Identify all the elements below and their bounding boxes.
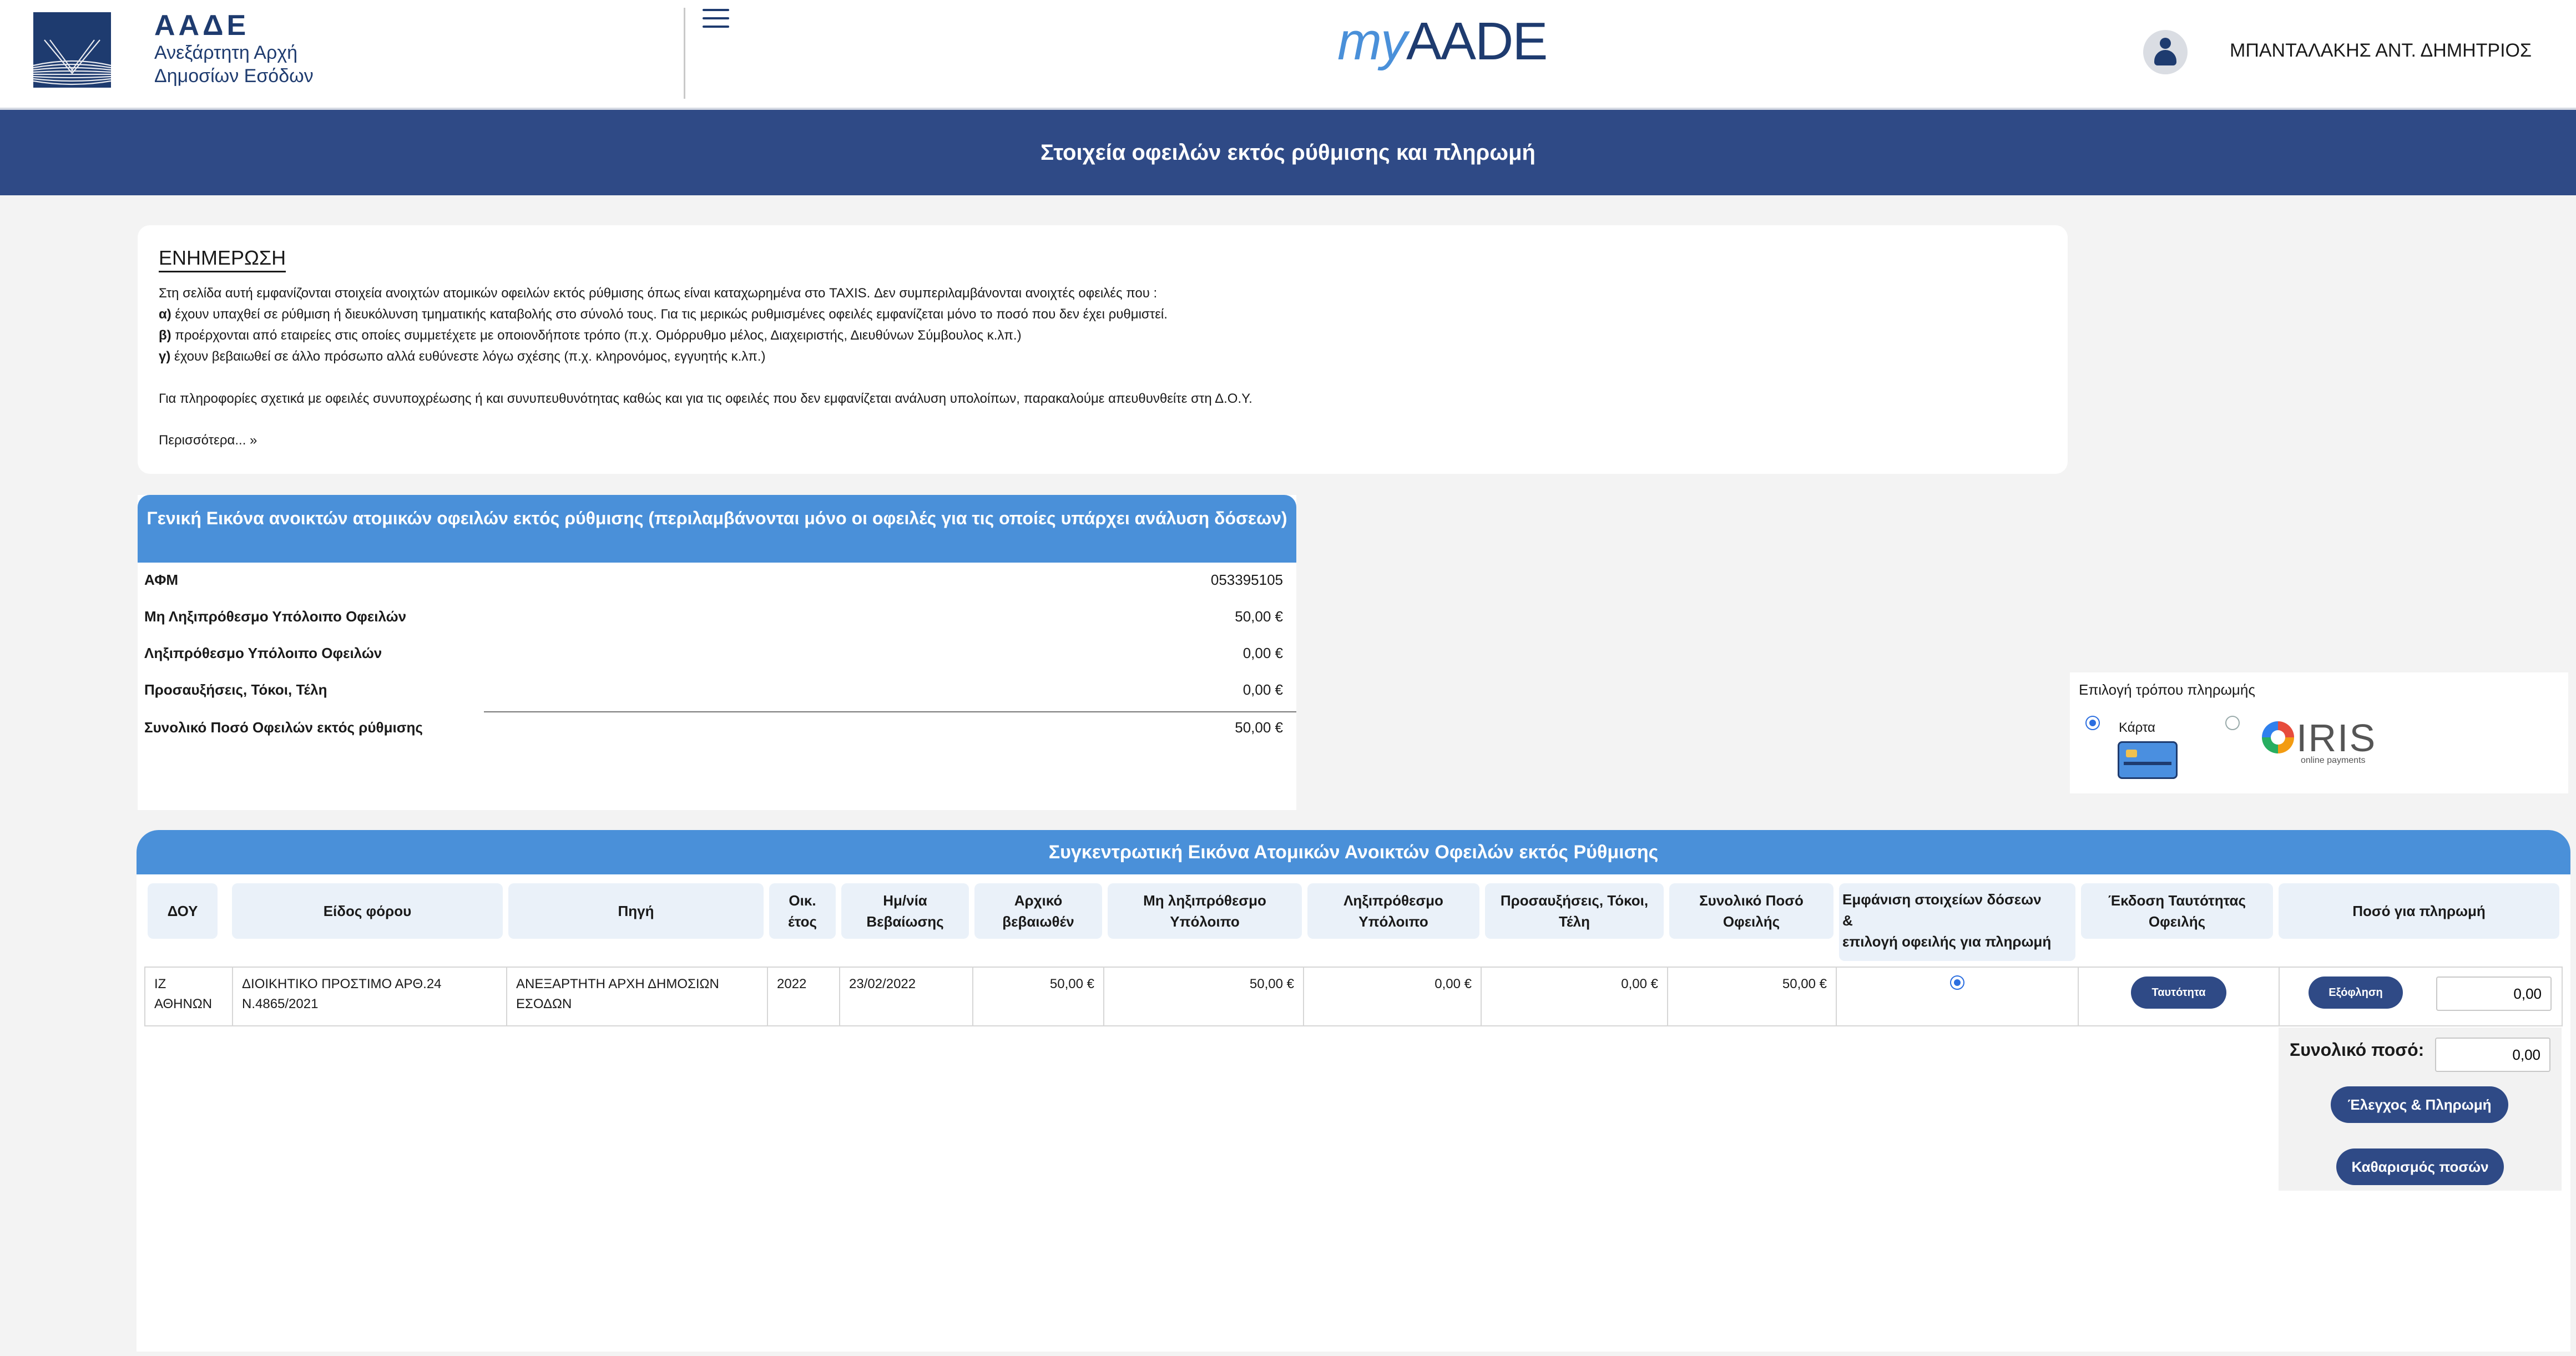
column-header-cert-date: Ημ/νία Βεβαίωσης	[841, 883, 969, 939]
summary-title: Συγκεντρωτική Εικόνα Ατομικών Ανοικτών Ο…	[137, 830, 2570, 874]
overview-divider	[484, 711, 1296, 712]
info-card: ΕΝΗΜΕΡΩΣΗ Στη σελίδα αυτή εμφανίζονται σ…	[138, 225, 2068, 474]
card-payment-label[interactable]: Κάρτα	[2119, 720, 2155, 736]
credit-card-icon[interactable]	[2118, 741, 2178, 779]
iris-logo-icon[interactable]: IRIS online payments	[2262, 716, 2384, 769]
cell-cert-date: 23/02/2022	[840, 968, 973, 1025]
column-header-total: Συνολικό Ποσό Οφειλής	[1669, 883, 1833, 939]
summary-table: ΔΟΥ Είδος φόρου Πηγή Οικ. έτος Ημ/νία Βε…	[137, 874, 2570, 1352]
page-title: Στοιχεία οφειλών εκτός ρύθμισης και πληρ…	[0, 110, 2576, 195]
pay-amount-input[interactable]	[2436, 976, 2552, 1011]
header-divider	[684, 8, 685, 99]
info-item-marker: α)	[159, 307, 171, 322]
overview-row-label: Μη Ληξιπρόθεσμο Υπόλοιπο Οφειλών	[144, 608, 407, 625]
info-item: β) προέρχονται από εταιρείες στις οποίες…	[159, 325, 2045, 346]
overview-row-value: 0,00 €	[1242, 681, 1283, 698]
cell-surcharges: 0,00 €	[1482, 968, 1668, 1025]
overview-row: Μη Ληξιπρόθεσμο Υπόλοιπο Οφειλών 50,00 €	[144, 608, 1290, 636]
overview-row: ΑΦΜ 053395105	[144, 571, 1290, 599]
overview-title: Γενική Εικόνα ανοικτών ατομικών οφειλών …	[138, 495, 1296, 563]
logo-abbreviation: ΑΑΔΕ	[154, 9, 250, 42]
column-header-surcharges: Προσαυξήσεις, Τόκοι, Τέλη	[1485, 883, 1664, 939]
logo-line-1: Ανεξάρτητη Αρχή	[154, 42, 298, 63]
myaade-logo-my: my	[1337, 12, 1407, 71]
overview-row-value: 0,00 €	[1242, 645, 1283, 661]
aade-logo-text[interactable]: ΑΑΔΕ Ανεξάρτητη Αρχή Δημοσίων Εσόδων	[154, 10, 314, 88]
overview-row-label: ΑΦΜ	[144, 571, 179, 588]
column-header-doy: ΔΟΥ	[148, 883, 218, 939]
cell-fiscal-year: 2022	[768, 968, 840, 1025]
cell-overdue: 0,00 €	[1304, 968, 1482, 1025]
logo-line-2: Δημοσίων Εσόδων	[154, 65, 314, 87]
iris-logo-subtitle: online payments	[2301, 756, 2366, 765]
info-item-marker: β)	[159, 328, 171, 343]
total-amount-label: Συνολικό ποσό:	[2290, 1040, 2425, 1060]
overview-row: Προσαυξήσεις, Τόκοι, Τέλη 0,00 €	[144, 681, 1290, 709]
myaade-logo[interactable]: myAADE	[1337, 11, 1548, 72]
select-debt-radio[interactable]	[1950, 975, 1964, 990]
id-button[interactable]: Ταυτότητα	[2131, 976, 2226, 1009]
overview-row: Ληξιπρόθεσμο Υπόλοιπο Οφειλών 0,00 €	[144, 645, 1290, 672]
cell-initial: 50,00 €	[973, 968, 1104, 1025]
column-header-show-installments: Εμφάνιση στοιχείων δόσεων & επιλογή οφει…	[1839, 883, 2075, 961]
info-title: ΕΝΗΜΕΡΩΣΗ	[159, 246, 286, 272]
cell-doy: ΙΖ ΑΘΗΝΩΝ	[145, 968, 233, 1025]
settle-button[interactable]: Εξόφληση	[2309, 976, 2403, 1009]
cell-select	[1837, 968, 2079, 1025]
hamburger-menu-icon[interactable]	[703, 9, 729, 33]
user-name[interactable]: ΜΠΑΝΤΑΛΑΚΗΣ ΑΝΤ. ΔΗΜΗΤΡΙΟΣ	[2230, 40, 2532, 62]
cell-tax-type: ΔΙΟΙΚΗΤΙΚΟ ΠΡΟΣΤΙΜΟ ΑΡΘ.24 Ν.4865/2021	[233, 968, 507, 1025]
cell-source: ΑΝΕΞΑΡΤΗΤΗ ΑΡΧΗ ΔΗΜΟΣΙΩΝ ΕΣΟΔΩΝ	[507, 968, 768, 1025]
myaade-logo-aade: AADE	[1406, 12, 1548, 71]
info-item: γ) έχουν βεβαιωθεί σε άλλο πρόσωπο αλλά …	[159, 346, 2045, 367]
table-row: ΙΖ ΑΘΗΝΩΝ ΔΙΟΙΚΗΤΙΚΟ ΠΡΟΣΤΙΜΟ ΑΡΘ.24 Ν.4…	[144, 967, 2563, 1026]
card-payment-radio[interactable]	[2085, 716, 2100, 730]
column-header-tax-type: Είδος φόρου	[232, 883, 503, 939]
payment-method-label: Επιλογή τρόπου πληρωμής	[2079, 681, 2255, 698]
info-intro: Στη σελίδα αυτή εμφανίζονται στοιχεία αν…	[159, 286, 1158, 301]
info-item-marker: γ)	[159, 349, 171, 364]
top-header: ΑΑΔΕ Ανεξάρτητη Αρχή Δημοσίων Εσόδων myA…	[0, 0, 2576, 110]
column-header-overdue: Ληξιπρόθεσμο Υπόλοιπο	[1307, 883, 1479, 939]
info-item: α) έχουν υπαχθεί σε ρύθμιση ή διευκόλυνσ…	[159, 304, 2045, 325]
overview-row-label: Προσαυξήσεις, Τόκοι, Τέλη	[144, 681, 327, 698]
cell-not-overdue: 50,00 €	[1104, 968, 1304, 1025]
column-header-not-overdue: Μη ληξιπρόθεσμο Υπόλοιπο	[1108, 883, 1302, 939]
info-item-text: έχουν βεβαιωθεί σε άλλο πρόσωπο αλλά ευθ…	[170, 349, 766, 364]
cell-pay-amount: Εξόφληση	[2280, 968, 2562, 1025]
aade-logo-icon[interactable]	[33, 12, 111, 88]
iris-logo-word: IRIS	[2296, 716, 2377, 760]
column-header-pay-amount: Ποσό για πληρωμή	[2279, 883, 2559, 939]
payment-method-panel: Επιλογή τρόπου πληρωμής Κάρτα IRIS onlin…	[2070, 672, 2568, 793]
cell-id-issue: Ταυτότητα	[2079, 968, 2280, 1025]
total-amount-field[interactable]	[2435, 1038, 2550, 1072]
info-item-text: προέρχονται από εταιρείες στις οποίες συ…	[171, 328, 1022, 343]
clear-amounts-button[interactable]: Καθαρισμός ποσών	[2336, 1148, 2504, 1185]
column-header-id-issue: Έκδοση Ταυτότητας Οφειλής	[2081, 883, 2273, 939]
header-line: επιλογή οφειλής για πληρωμή	[1842, 933, 2052, 950]
info-body: Στη σελίδα αυτή εμφανίζονται στοιχεία αν…	[159, 283, 2045, 409]
info-footer-text: Για πληροφορίες σχετικά με οφειλές συνυπ…	[159, 391, 1252, 406]
debt-overview-panel: Γενική Εικόνα ανοικτών ατομικών οφειλών …	[138, 495, 1296, 810]
overview-row-value: 50,00 €	[1235, 608, 1283, 625]
header-line: &	[1842, 912, 1853, 929]
column-header-initial: Αρχικό βεβαιωθέν	[974, 883, 1102, 939]
overview-row-value: 053395105	[1210, 571, 1283, 588]
header-line: Εμφάνιση στοιχείων δόσεων	[1842, 891, 2042, 908]
iris-payment-radio[interactable]	[2225, 716, 2240, 730]
user-avatar-icon[interactable]	[2143, 30, 2188, 74]
column-header-fiscal-year: Οικ. έτος	[769, 883, 836, 939]
overview-row-label: Ληξιπρόθεσμο Υπόλοιπο Οφειλών	[144, 645, 382, 661]
column-header-source: Πηγή	[508, 883, 764, 939]
check-and-pay-button[interactable]: Έλεγχος & Πληρωμή	[2331, 1086, 2508, 1123]
overview-row: Συνολικό Ποσό Οφειλών εκτός ρύθμισης 50,…	[144, 719, 1290, 747]
cell-total: 50,00 €	[1668, 968, 1837, 1025]
more-info-link[interactable]: Περισσότερα... »	[159, 433, 257, 448]
overview-row-label: Συνολικό Ποσό Οφειλών εκτός ρύθμισης	[144, 719, 423, 736]
info-item-text: έχουν υπαχθεί σε ρύθμιση ή διευκόλυνση τ…	[171, 307, 1168, 322]
overview-row-value: 50,00 €	[1235, 719, 1283, 736]
totals-panel: Συνολικό ποσό: Έλεγχος & Πληρωμή Καθαρισ…	[2279, 1028, 2562, 1191]
